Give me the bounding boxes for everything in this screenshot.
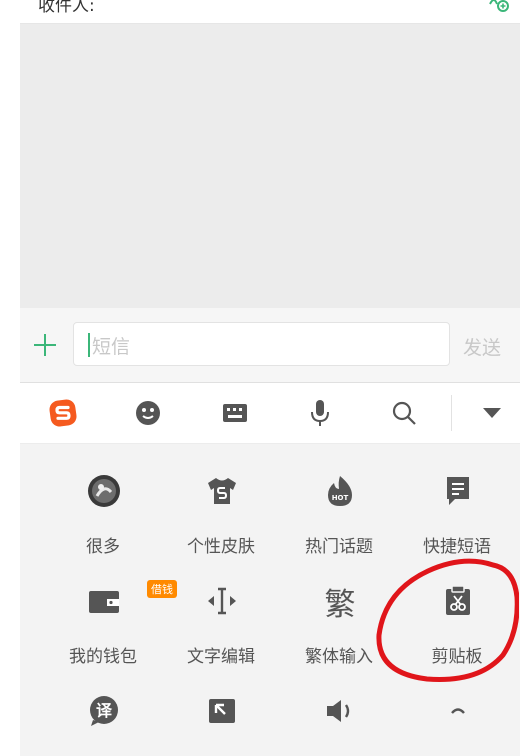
feature-wallet[interactable]: 借钱 我的钱包 (44, 554, 177, 667)
svg-text:HOT: HOT (332, 494, 349, 502)
feature-text-edit[interactable]: 文字编辑 (162, 554, 280, 667)
collapse-triangle-icon[interactable] (475, 396, 509, 430)
sms-input[interactable]: 短信 (73, 322, 450, 366)
hot-icon: HOT (323, 474, 357, 508)
feature-hot-topics[interactable]: HOT 热门话题 (280, 444, 398, 557)
translate-glyph: 译 (96, 701, 113, 720)
plus-icon[interactable] (32, 332, 58, 358)
wallet-icon: 借钱 (87, 580, 177, 618)
recipient-bar[interactable]: 收件人: (20, 0, 520, 24)
message-icon (441, 474, 475, 508)
sms-placeholder: 短信 (92, 336, 131, 358)
ime-toolbar (20, 383, 520, 444)
keyboard-icon[interactable] (218, 396, 252, 430)
emoji-icon[interactable] (131, 396, 165, 430)
arc-icon (441, 694, 475, 728)
sms-compose-screen: 收件人: 短信 发送 很多 个性皮肤 HOT 热门话题 快捷短语 借钱 我的钱包… (20, 0, 520, 756)
resize-icon (205, 694, 239, 728)
traditional-char-icon: 繁 (324, 586, 356, 623)
add-contact-icon[interactable] (488, 0, 510, 18)
send-button[interactable]: 发送 (463, 333, 501, 360)
speaker-icon (323, 694, 357, 728)
toolbar-divider (451, 395, 452, 431)
message-area (20, 24, 520, 308)
feature-resize[interactable] (162, 664, 280, 756)
search-icon[interactable] (387, 396, 421, 430)
feature-translate[interactable]: 译 (44, 664, 162, 756)
sogou-logo-icon[interactable] (46, 396, 80, 430)
text-cursor-icon (205, 584, 239, 618)
tshirt-icon (205, 474, 239, 508)
feature-skin[interactable]: 个性皮肤 (162, 444, 280, 557)
microphone-icon[interactable] (303, 396, 337, 430)
composer-bar: 短信 发送 (20, 308, 520, 383)
recipient-label: 收件人: (38, 0, 95, 16)
text-caret (88, 333, 90, 357)
translate-icon: 译 (87, 694, 121, 728)
avatar-icon (87, 474, 121, 508)
feature-quick-phrase[interactable]: 快捷短语 (398, 444, 516, 557)
feature-henduo[interactable]: 很多 (44, 444, 162, 557)
red-annotation-circle (376, 558, 519, 682)
